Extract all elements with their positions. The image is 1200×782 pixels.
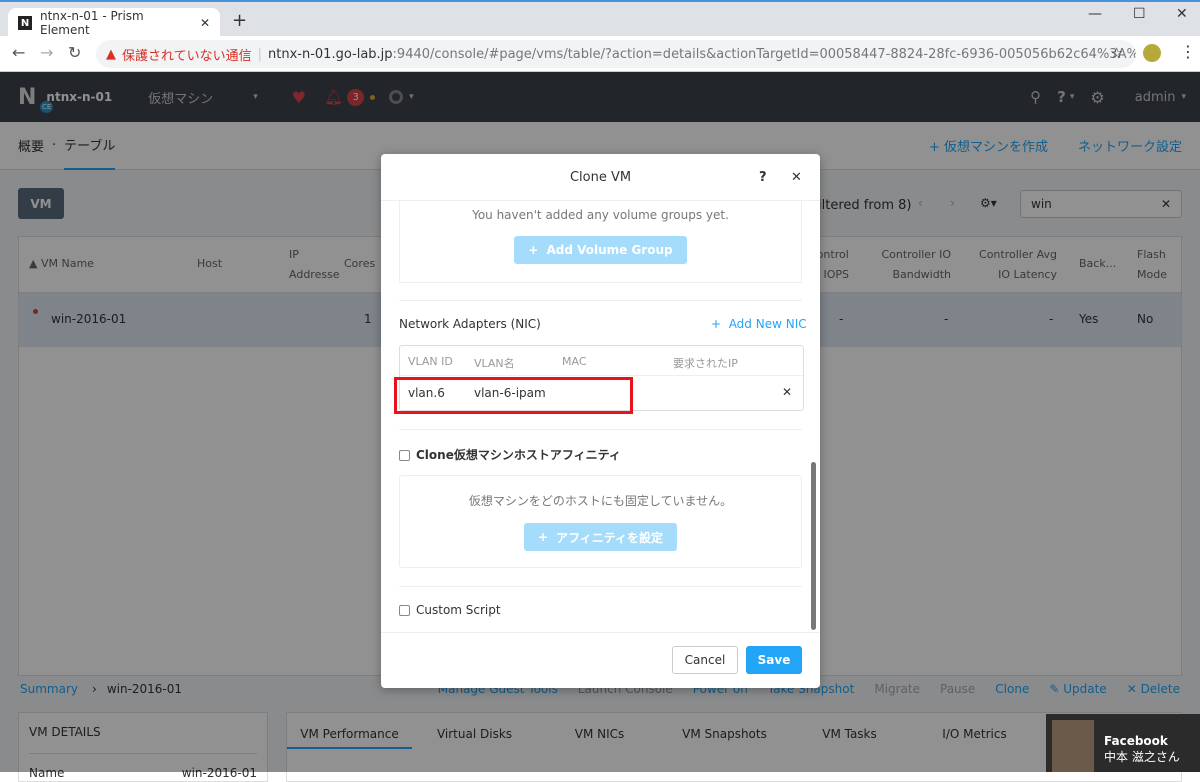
dialog-header: Clone VM ? ✕	[381, 154, 820, 201]
notification-avatar	[1052, 720, 1094, 772]
highlight-box	[394, 377, 633, 414]
set-affinity-button[interactable]: + アフィニティを設定	[523, 523, 678, 551]
profile-avatar[interactable]	[1143, 44, 1161, 62]
nic-section-title: Network Adapters (NIC)	[399, 317, 541, 331]
help-icon[interactable]: ?	[759, 170, 767, 185]
insecure-label: 保護されていない通信	[122, 48, 252, 64]
reload-icon[interactable]: ↻	[68, 43, 81, 62]
close-window-icon[interactable]: ✕	[1176, 6, 1188, 22]
menu-icon[interactable]: ⋮	[1180, 42, 1196, 61]
facebook-notification[interactable]: Facebook 中本 滋之さん	[1046, 714, 1200, 772]
address-bar-row: ← → ↻ ▲ 保護されていない通信 | ntnx-n-01.go-lab.jp…	[0, 36, 1200, 72]
custom-script-checkbox[interactable]: Custom Script	[399, 603, 501, 617]
url-host: ntnx-n-01.go-lab.jp	[268, 46, 393, 62]
volume-empty-text: You haven't added any volume groups yet.	[472, 208, 729, 222]
add-volume-group-button[interactable]: + Add Volume Group	[514, 236, 687, 264]
tab-title: ntnx-n-01 - Prism Element	[40, 9, 144, 37]
warning-icon: ▲	[106, 46, 116, 62]
affinity-box: 仮想マシンをどのホストにも固定していません。 + アフィニティを設定	[399, 475, 802, 568]
scrollbar[interactable]	[811, 462, 816, 630]
nutanix-favicon-icon: N	[18, 16, 32, 30]
dialog-title: Clone VM	[569, 169, 632, 185]
volume-groups-box: You haven't added any volume groups yet.…	[399, 201, 802, 283]
minimize-icon[interactable]: —	[1088, 6, 1102, 22]
cancel-button[interactable]: Cancel	[672, 646, 738, 674]
forward-icon[interactable]: →	[40, 43, 53, 62]
new-tab-button[interactable]: +	[232, 10, 247, 31]
add-new-nic-link[interactable]: + Add New NIC	[711, 317, 807, 331]
close-tab-icon[interactable]: ✕	[200, 16, 210, 30]
maximize-icon[interactable]: ☐	[1133, 6, 1146, 22]
clone-vm-dialog: Clone VM ? ✕ You haven't added any volum…	[381, 154, 820, 688]
browser-tab[interactable]: N ntnx-n-01 - Prism Element ✕	[8, 8, 220, 38]
close-icon[interactable]: ✕	[791, 170, 802, 185]
bookmark-star-icon[interactable]: ☆	[1110, 44, 1123, 62]
affinity-checkbox[interactable]: Clone仮想マシンホストアフィニティ	[399, 446, 621, 463]
remove-nic-icon[interactable]: ✕	[782, 385, 792, 399]
browser-tab-bar: N ntnx-n-01 - Prism Element ✕ + — ☐ ✕	[0, 0, 1200, 38]
url-path: :9440/console/#page/vms/table/?action=de…	[392, 46, 1136, 62]
save-button[interactable]: Save	[746, 646, 802, 674]
back-icon[interactable]: ←	[12, 43, 25, 62]
url-input[interactable]: ▲ 保護されていない通信 | ntnx-n-01.go-lab.jp:9440/…	[96, 40, 1136, 68]
